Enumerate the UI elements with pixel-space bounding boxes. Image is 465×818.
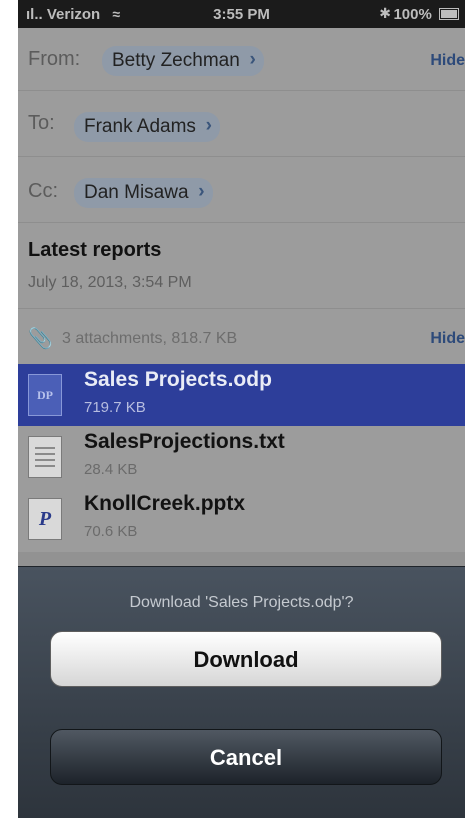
odp-file-icon: DP bbox=[28, 374, 62, 416]
action-sheet-title: Download 'Sales Projects.odp'? bbox=[129, 594, 354, 611]
attachments-summary-row: 📎 3 attachments, 818.7 KB Hide bbox=[18, 308, 465, 364]
status-bar: ıl.. Verizon ≈ 3:55 PM ✱ 100% bbox=[18, 0, 465, 28]
attachment-size: 28.4 KB bbox=[84, 461, 138, 478]
cancel-button[interactable]: Cancel bbox=[50, 729, 442, 785]
to-chip[interactable]: Frank Adams › bbox=[74, 112, 220, 142]
cc-chip[interactable]: Dan Misawa › bbox=[74, 178, 213, 208]
from-row: From: Betty Zechman › Hide bbox=[18, 28, 465, 91]
from-label: From: bbox=[28, 48, 81, 70]
bluetooth-icon: ✱ bbox=[379, 5, 391, 21]
to-label: To: bbox=[28, 112, 55, 134]
subject-row: Latest reports July 18, 2013, 3:54 PM bbox=[18, 222, 465, 309]
cc-name: Dan Misawa bbox=[84, 182, 189, 203]
hide-details-link[interactable]: Hide bbox=[430, 52, 465, 70]
to-name: Frank Adams bbox=[84, 116, 196, 137]
sent-date: July 18, 2013, 3:54 PM bbox=[28, 274, 192, 291]
subject-title: Latest reports bbox=[28, 239, 162, 261]
attachment-item-salesprojections-txt[interactable]: SalesProjections.txt 28.4 KB bbox=[18, 426, 465, 488]
chevron-right-icon: › bbox=[205, 115, 212, 136]
attachment-size: 70.6 KB bbox=[84, 523, 138, 540]
screen: ıl.. Verizon ≈ 3:55 PM ✱ 100% From: Bett… bbox=[18, 0, 465, 818]
attachment-item-sales-projects-odp[interactable]: DP Sales Projects.odp 719.7 KB bbox=[18, 364, 465, 426]
from-chip[interactable]: Betty Zechman › bbox=[102, 46, 264, 76]
download-button[interactable]: Download bbox=[50, 631, 442, 687]
to-row: To: Frank Adams › bbox=[18, 90, 465, 157]
paperclip-icon: 📎 bbox=[28, 328, 53, 350]
attachment-name: SalesProjections.txt bbox=[84, 430, 285, 453]
pptx-file-icon: P bbox=[28, 498, 62, 540]
attachment-size: 719.7 KB bbox=[84, 399, 146, 416]
attachment-name: KnollCreek.pptx bbox=[84, 492, 246, 515]
attachment-name: Sales Projects.odp bbox=[84, 368, 272, 391]
txt-file-icon bbox=[28, 436, 62, 478]
battery-icon bbox=[439, 8, 459, 20]
cc-label: Cc: bbox=[28, 180, 58, 202]
cc-row: Cc: Dan Misawa › bbox=[18, 156, 465, 223]
attachment-item-knollcreek-pptx[interactable]: P KnollCreek.pptx 70.6 KB bbox=[18, 488, 465, 550]
battery-indicator: 100% bbox=[393, 6, 459, 23]
chevron-right-icon: › bbox=[249, 49, 256, 70]
from-name: Betty Zechman bbox=[112, 50, 240, 71]
action-sheet: Download 'Sales Projects.odp'? Download … bbox=[18, 566, 465, 818]
attachments-summary: 3 attachments, 818.7 KB bbox=[62, 330, 238, 347]
battery-percent: 100% bbox=[393, 6, 432, 23]
chevron-right-icon: › bbox=[198, 181, 205, 202]
hide-attachments-link[interactable]: Hide bbox=[430, 330, 465, 348]
